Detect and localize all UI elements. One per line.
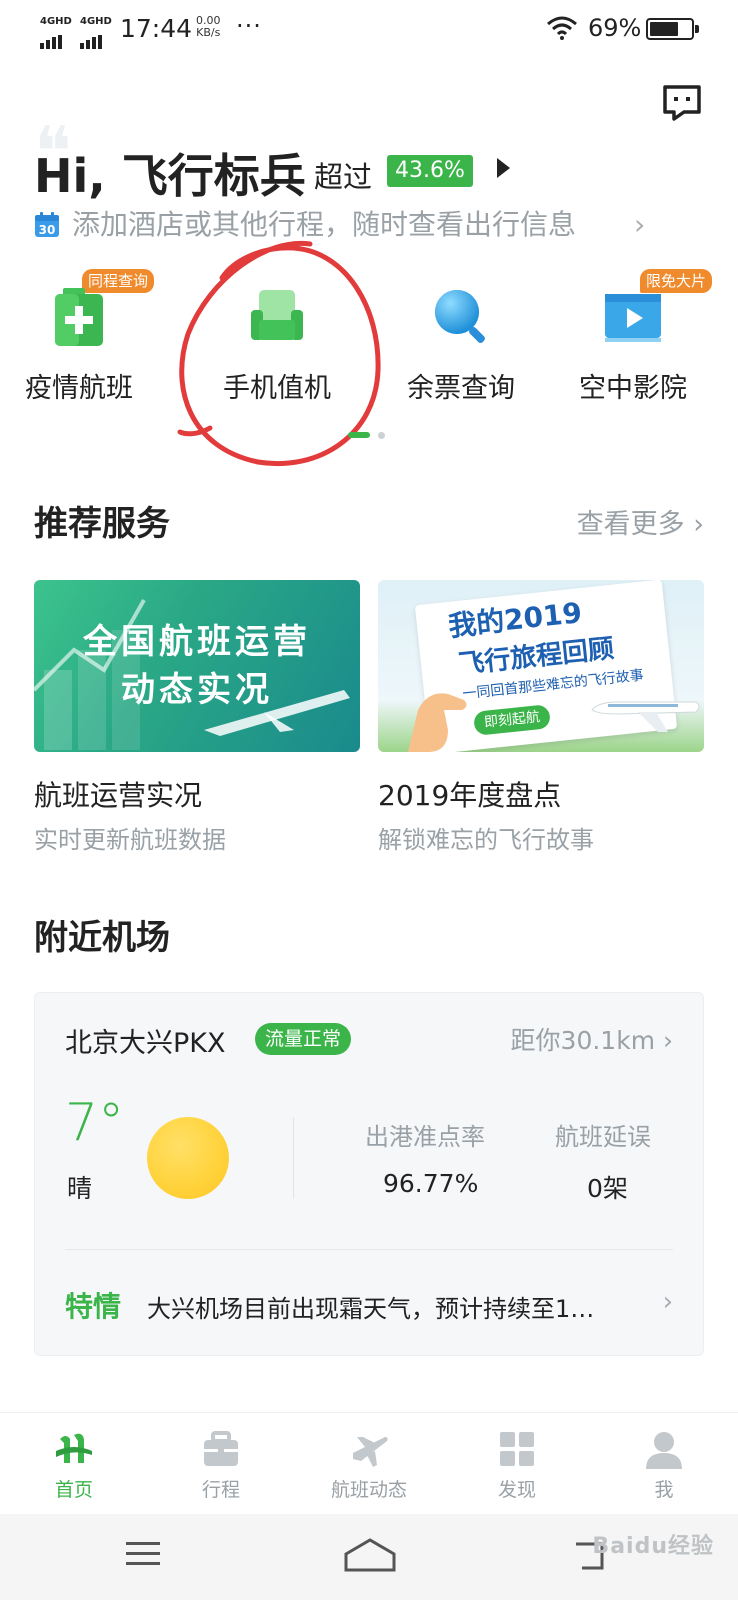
status-bar: 4GHD 4GHD 17:44 0.00 KB/s ··· 69% [0, 0, 738, 60]
home-logo-icon [56, 1433, 92, 1463]
tab-trips[interactable]: 行程 [161, 1429, 281, 1502]
tab-discover[interactable]: 发现 [457, 1429, 577, 1502]
delay-value: 0架 [587, 1174, 628, 1203]
exceed-label: 超过 [314, 160, 373, 194]
network-speed: 0.00 KB/s [196, 15, 221, 39]
chevron-right-icon: › [634, 208, 646, 241]
message-icon[interactable] [662, 84, 702, 122]
tab-label: 发现 [497, 1479, 536, 1501]
signal-bars-icon-1 [40, 30, 64, 49]
quick-action-inflight-cinema[interactable]: 限免大片 空中影院 [558, 269, 713, 416]
menu-icon[interactable] [124, 1538, 162, 1570]
card-title: 航班运营实况 [34, 779, 203, 812]
recommend-card-2019-review[interactable]: 我的2019 飞行旅程回顾 一同回首那些难忘的飞行故事 即刻起航 2019年度盘… [378, 580, 704, 855]
sun-icon [147, 1117, 229, 1199]
temperature: 7° [65, 1093, 125, 1153]
pager-dot [378, 432, 385, 439]
play-arrow-icon[interactable] [497, 158, 510, 178]
weather-text: 晴 [67, 1174, 93, 1203]
watermark-logo: Baidu经验 [592, 1534, 714, 1559]
wifi-icon [547, 16, 577, 40]
network-label-1: 4GHD [40, 16, 72, 27]
medical-kit-icon [55, 288, 103, 346]
tab-flight-status[interactable]: 航班动态 [309, 1429, 429, 1502]
airport-card[interactable]: 北京大兴PKX 流量正常 距你30.1km › 7° 晴 出港准点率 96.77… [34, 992, 704, 1356]
battery-fill [650, 22, 678, 36]
airport-distance[interactable]: 距你30.1km › [511, 1021, 673, 1057]
calendar-icon: 30 [35, 212, 59, 237]
card-image-2019-review: 我的2019 飞行旅程回顾 一同回首那些难忘的飞行故事 即刻起航 [378, 580, 704, 752]
tab-label: 我 [654, 1479, 674, 1501]
ontime-rate-value: 96.77% [383, 1169, 479, 1198]
clock: 17:44 [120, 14, 193, 43]
airport-name: 北京大兴PKX [65, 1028, 226, 1059]
quick-action-label: 空中影院 [579, 373, 687, 404]
magnifier-icon [435, 290, 485, 343]
greeting-title: Hi, 飞行标兵 [34, 149, 306, 203]
exceed-percent-badge: 43.6% [387, 155, 473, 187]
speed-unit: KB/s [196, 26, 221, 39]
chevron-right-icon[interactable]: › [663, 1287, 673, 1317]
briefcase-icon [204, 1431, 238, 1466]
card-image-text: 全国航班运营 [83, 622, 311, 662]
special-notice-text[interactable]: 大兴机场目前出现霜天气，预计持续至1… [147, 1289, 647, 1324]
quick-action-label: 余票查询 [407, 373, 515, 404]
airplane-icon [353, 1437, 388, 1467]
quick-action-epidemic-flights[interactable]: 同程查询 疫情航班 [4, 269, 155, 416]
airplane-illustration [591, 701, 700, 732]
card-image-flight-ops: 全国航班运营 动态实况 [34, 580, 360, 752]
signal-bars-icon-2 [80, 30, 104, 49]
card-subtitle: 解锁难忘的飞行故事 [378, 826, 594, 854]
see-more-link[interactable]: 查看更多 › [577, 502, 704, 541]
special-notice-tag: 特情 [65, 1290, 122, 1323]
delay-label: 航班延误 [555, 1123, 651, 1151]
annotation-circle [177, 240, 381, 466]
pager-dot-active [348, 432, 370, 438]
card-subtitle: 实时更新航班数据 [34, 826, 226, 854]
quick-action-ticket-search[interactable]: 余票查询 [386, 286, 536, 416]
recommend-section-title: 推荐服务 [34, 504, 170, 544]
bottom-tab-bar: 首页 行程 航班动态 发现 我 [0, 1412, 738, 1514]
hand-illustration [408, 693, 467, 752]
tab-label: 行程 [201, 1479, 240, 1501]
grid-icon [500, 1432, 534, 1466]
divider [65, 1249, 673, 1250]
divider [293, 1117, 294, 1199]
more-notifications-icon: ··· [236, 12, 262, 40]
home-icon[interactable] [344, 1538, 396, 1572]
tab-label: 航班动态 [330, 1479, 407, 1501]
traffic-status-badge: 流量正常 [255, 1023, 352, 1055]
recommend-card-flight-ops[interactable]: 全国航班运营 动态实况 航班运营实况 实时更新航班数据 [34, 580, 360, 855]
nearby-section-title: 附近机场 [34, 918, 170, 958]
calendar-day: 30 [39, 223, 56, 237]
tab-home[interactable]: 首页 [14, 1429, 134, 1502]
card-title: 2019年度盘点 [378, 779, 562, 812]
battery-icon [646, 18, 699, 40]
battery-percent: 69% [588, 14, 642, 42]
quick-action-label: 疫情航班 [25, 373, 133, 404]
play-video-icon [605, 294, 661, 342]
person-icon [646, 1432, 682, 1469]
network-label-2: 4GHD [80, 16, 112, 27]
ontime-rate-label: 出港准点率 [365, 1123, 485, 1151]
tab-me[interactable]: 我 [604, 1429, 724, 1502]
tab-label: 首页 [54, 1479, 93, 1501]
card-image-text: 动态实况 [121, 670, 273, 710]
trip-hint-text: 添加酒店或其他行程，随时查看出行信息 [72, 208, 577, 241]
